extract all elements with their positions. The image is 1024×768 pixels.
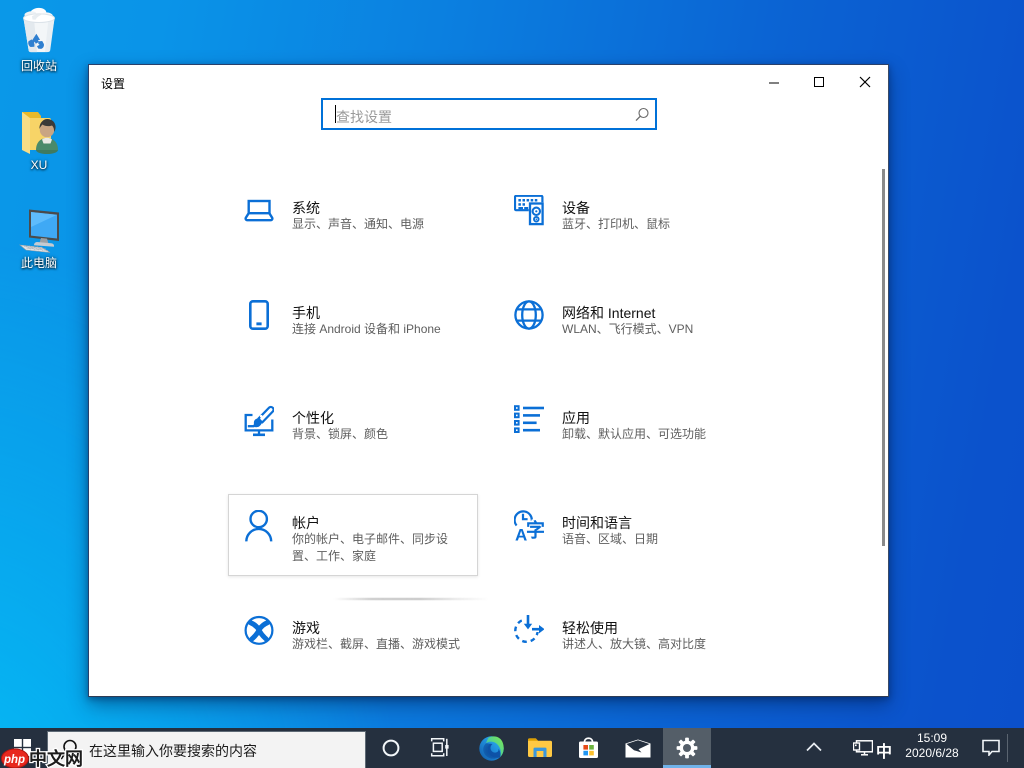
svg-text:中文网: 中文网 [29, 748, 83, 768]
svg-text:php: php [3, 754, 25, 766]
svg-text:字: 字 [526, 519, 544, 542]
svg-text:A: A [515, 526, 527, 543]
